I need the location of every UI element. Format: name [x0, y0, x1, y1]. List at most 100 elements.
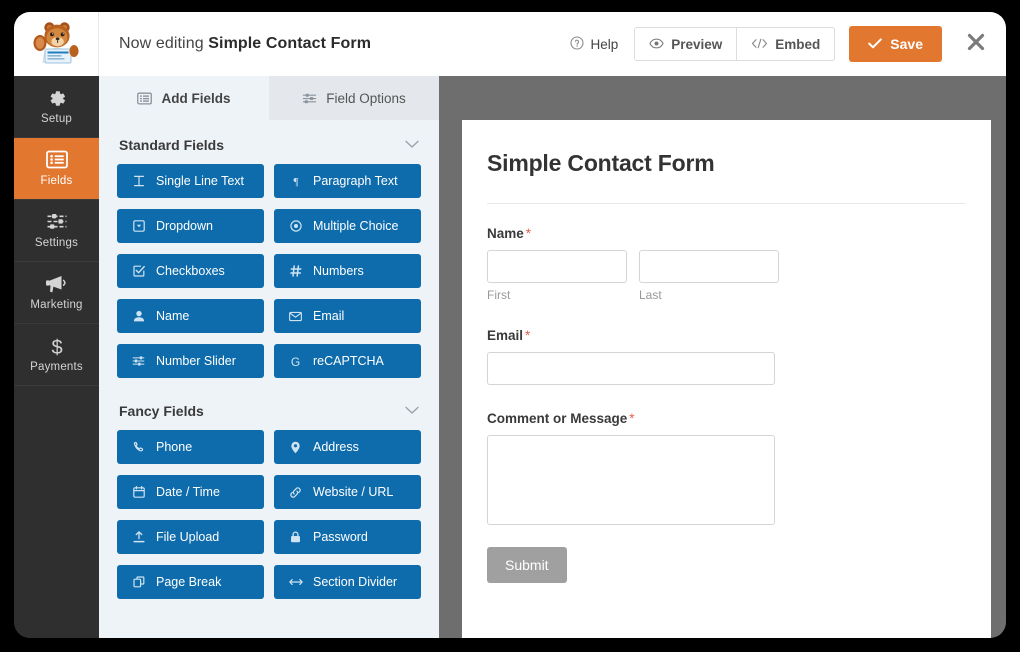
field-button-website-url[interactable]: Website / URL [274, 475, 421, 509]
embed-button[interactable]: Embed [737, 27, 835, 61]
required-marker: * [525, 328, 530, 343]
field-label: Comment or Message* [487, 411, 966, 426]
name-last-group: Last [639, 250, 779, 302]
field-button-page-break[interactable]: Page Break [117, 565, 264, 599]
chevron-down-icon[interactable] [405, 402, 419, 420]
upload-icon [131, 531, 146, 543]
embed-label: Embed [775, 37, 820, 52]
field-button-numbers[interactable]: Numbers [274, 254, 421, 288]
fancy-fields-grid: Phone Address Date / Time Website / URL [99, 430, 439, 599]
field-label-text: Email [487, 328, 523, 343]
section-header-standard-fields[interactable]: Standard Fields [99, 120, 439, 164]
question-circle-icon [570, 36, 584, 53]
email-input[interactable] [487, 352, 775, 385]
field-button-phone[interactable]: Phone [117, 430, 264, 464]
preview-field-name[interactable]: Name* First Last [487, 204, 966, 302]
sidebar-item-label: Settings [35, 237, 78, 249]
tab-label: Field Options [326, 91, 406, 106]
field-button-number-slider[interactable]: Number Slider [117, 344, 264, 378]
dollar-sign-icon: $ [49, 336, 65, 356]
chevron-down-icon[interactable] [405, 136, 419, 154]
builder-header: Now editing Simple Contact Form Help [14, 12, 1006, 76]
header-title-prefix: Now editing [119, 35, 208, 52]
envelope-icon [288, 311, 303, 322]
preview-button[interactable]: Preview [634, 27, 737, 61]
field-button-label: Dropdown [156, 219, 213, 233]
field-button-label: Password [313, 530, 368, 544]
sidebar-item-label: Payments [30, 361, 83, 373]
field-button-single-line-text[interactable]: Single Line Text [117, 164, 264, 198]
panel-tabs: Add Fields Field Options [99, 76, 439, 120]
field-button-label: Name [156, 309, 189, 323]
list-box-icon [137, 92, 152, 105]
sliders-icon [302, 92, 317, 105]
field-button-label: Address [313, 440, 359, 454]
field-button-paragraph-text[interactable]: ¶ Paragraph Text [274, 164, 421, 198]
pilcrow-icon: ¶ [288, 175, 303, 187]
phone-icon [131, 441, 146, 453]
field-button-date-time[interactable]: Date / Time [117, 475, 264, 509]
submit-button[interactable]: Submit [487, 547, 567, 583]
field-button-dropdown[interactable]: Dropdown [117, 209, 264, 243]
field-button-multiple-choice[interactable]: Multiple Choice [274, 209, 421, 243]
arrows-horizontal-icon [288, 577, 303, 587]
standard-fields-grid: Single Line Text ¶ Paragraph Text Dropdo… [99, 164, 439, 378]
field-label: Name* [487, 226, 966, 241]
text-cursor-icon [131, 175, 146, 187]
field-button-label: Number Slider [156, 354, 236, 368]
field-button-label: Website / URL [313, 485, 393, 499]
sidebar-item-settings[interactable]: Settings [14, 200, 99, 262]
field-button-label: Single Line Text [156, 174, 244, 188]
hash-icon [288, 265, 303, 277]
field-button-section-divider[interactable]: Section Divider [274, 565, 421, 599]
save-label: Save [890, 36, 923, 52]
field-button-email[interactable]: Email [274, 299, 421, 333]
required-marker: * [526, 226, 531, 241]
field-button-file-upload[interactable]: File Upload [117, 520, 264, 554]
field-button-label: File Upload [156, 530, 219, 544]
pages-icon [131, 576, 146, 588]
radio-button-icon [288, 220, 303, 232]
field-button-label: Section Divider [313, 575, 397, 589]
calendar-icon [131, 486, 146, 498]
preview-field-comment[interactable]: Comment or Message* [487, 385, 966, 525]
sidebar-item-payments[interactable]: $ Payments [14, 324, 99, 386]
field-button-checkboxes[interactable]: Checkboxes [117, 254, 264, 288]
form-preview-card: Simple Contact Form Name* First [462, 120, 991, 638]
tab-field-options[interactable]: Field Options [269, 76, 439, 120]
field-button-name[interactable]: Name [117, 299, 264, 333]
help-button[interactable]: Help [570, 36, 618, 53]
comment-textarea[interactable] [487, 435, 775, 525]
sidebar-item-setup[interactable]: Setup [14, 76, 99, 138]
lock-icon [288, 531, 303, 543]
field-button-label: Multiple Choice [313, 219, 398, 233]
preview-field-email[interactable]: Email* [487, 302, 966, 385]
name-first-input[interactable] [487, 250, 627, 283]
field-label-text: Comment or Message [487, 411, 627, 426]
builder-window: Now editing Simple Contact Form Help [14, 12, 1006, 638]
user-icon [131, 310, 146, 322]
save-button[interactable]: Save [849, 26, 942, 62]
sidebar-item-fields[interactable]: Fields [14, 138, 99, 200]
tab-add-fields[interactable]: Add Fields [99, 76, 269, 120]
sidebar-item-marketing[interactable]: Marketing [14, 262, 99, 324]
code-brackets-icon [751, 37, 768, 52]
header-actions: Help Preview [570, 26, 1006, 62]
field-button-password[interactable]: Password [274, 520, 421, 554]
page-title: Now editing Simple Contact Form [99, 35, 570, 53]
help-label: Help [590, 37, 618, 52]
field-button-recaptcha[interactable]: G reCAPTCHA [274, 344, 421, 378]
checkbox-icon [131, 265, 146, 277]
required-marker: * [629, 411, 634, 426]
close-icon[interactable] [966, 32, 986, 56]
field-button-label: Date / Time [156, 485, 220, 499]
field-button-address[interactable]: Address [274, 430, 421, 464]
svg-text:G: G [291, 355, 300, 368]
section-header-fancy-fields[interactable]: Fancy Fields [99, 378, 439, 430]
megaphone-icon [45, 274, 68, 294]
sidebar-item-label: Setup [41, 113, 72, 125]
builder-sidebar: Setup Fields [14, 76, 99, 638]
name-first-group: First [487, 250, 627, 302]
name-last-input[interactable] [639, 250, 779, 283]
fields-panel: Add Fields Field Options Standard Fields [99, 76, 439, 638]
